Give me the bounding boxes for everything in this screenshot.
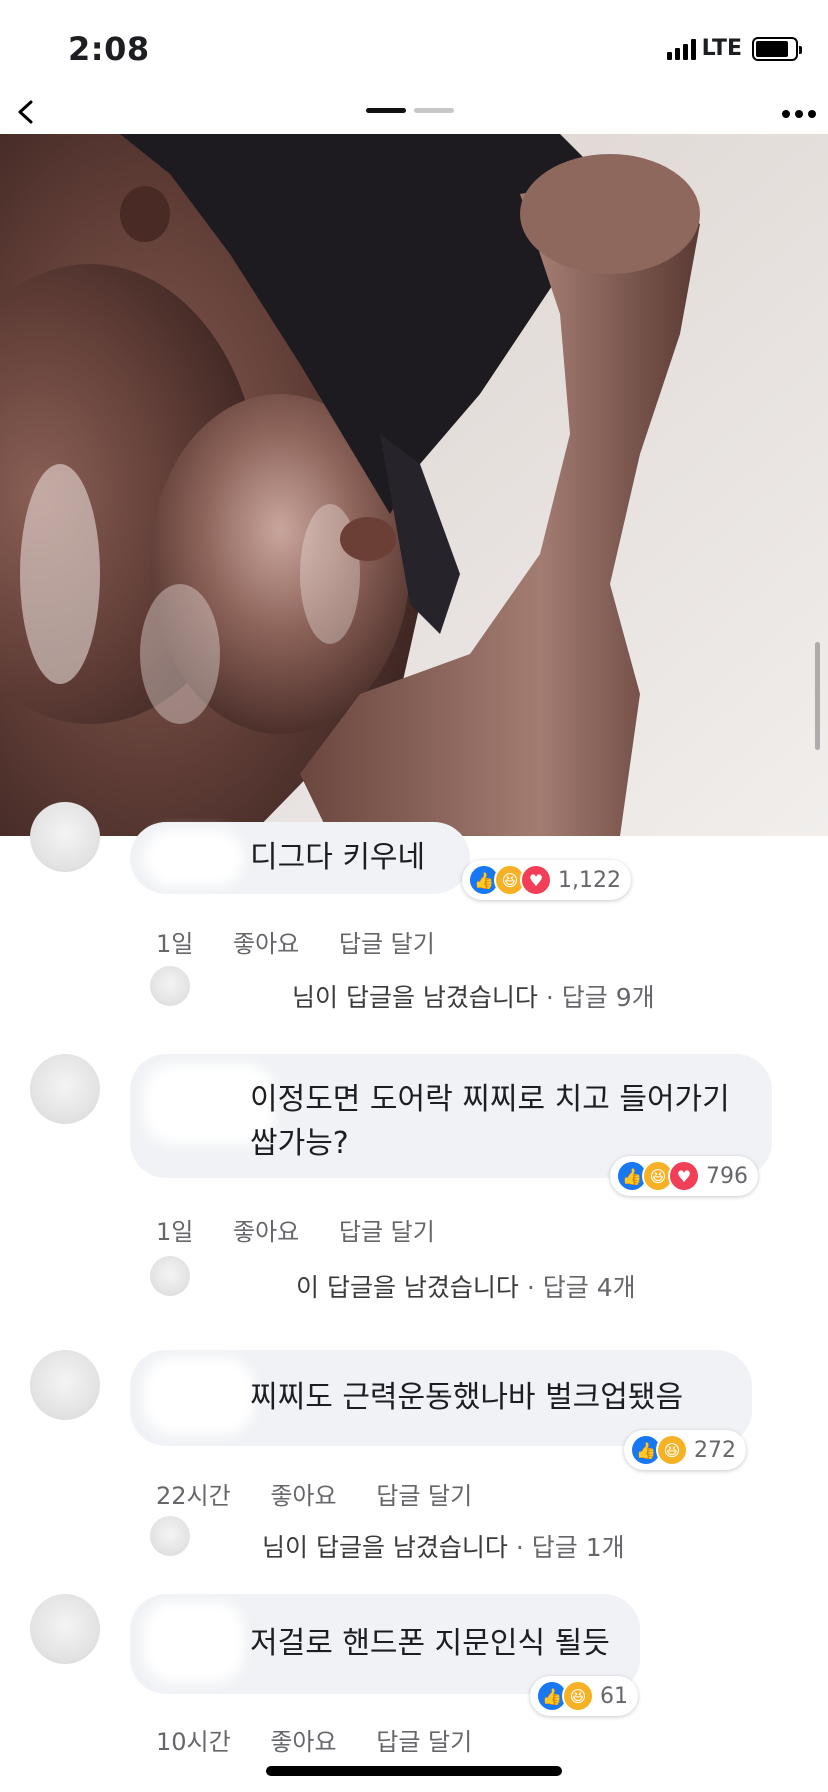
like-link[interactable]: 좋아요	[270, 1728, 336, 1756]
page-indicator	[366, 108, 454, 113]
comment-time: 1일	[156, 930, 194, 958]
reply-avatar	[150, 1516, 190, 1556]
page-dot-active	[366, 108, 406, 113]
comment-meta: 10시간 좋아요 답글 달기	[156, 1722, 504, 1757]
laughing-face-icon: 😆	[656, 1434, 688, 1466]
comment-meta: 1일 좋아요 답글 달기	[156, 924, 467, 959]
commenter-avatar[interactable]	[30, 802, 100, 872]
cellular-signal-icon	[666, 38, 696, 60]
like-link[interactable]: 좋아요	[233, 930, 299, 958]
comment-meta: 1일 좋아요 답글 달기	[156, 1212, 467, 1247]
commenter-avatar[interactable]	[30, 1054, 100, 1124]
replies-count: · 답글 9개	[545, 983, 655, 1012]
reply-avatar	[150, 966, 190, 1006]
reply-link[interactable]: 답글 달기	[339, 1218, 435, 1246]
redacted-name	[144, 1358, 254, 1434]
status-bar: 2:08 LTE	[0, 0, 828, 96]
replies-text: 이 답글을 남겼습니다	[296, 1273, 519, 1302]
status-time: 2:08	[68, 30, 150, 68]
replies-count: · 답글 4개	[526, 1273, 636, 1302]
more-button[interactable]	[782, 100, 816, 120]
status-indicators: LTE	[666, 36, 802, 61]
redacted-name	[144, 830, 244, 886]
network-type: LTE	[701, 36, 742, 61]
view-replies-link[interactable]: 이 답글을 남겼습니다 · 답글 4개	[296, 1268, 636, 1304]
post-photo[interactable]	[0, 134, 828, 836]
view-replies-link[interactable]: 님이 답글을 남겼습니다 · 답글 9개	[292, 978, 655, 1014]
commenter-avatar[interactable]	[30, 1594, 100, 1664]
reply-avatar	[150, 1256, 190, 1296]
comments-section: 디그다 키우네 👍 😆 ♥ 1,122 1일 좋아요 답글 달기 님이 답글을 …	[0, 802, 828, 1792]
replies-text: 님이 답글을 남겼습니다	[292, 983, 538, 1012]
laughing-face-icon: 😆	[562, 1680, 594, 1712]
battery-icon	[752, 36, 802, 61]
chevron-left-icon	[18, 100, 33, 124]
reaction-summary[interactable]: 👍 😆 ♥ 796	[610, 1156, 758, 1196]
photo-image	[0, 134, 828, 836]
reaction-count: 796	[706, 1163, 748, 1189]
replies-text: 님이 답글을 남겼습니다	[262, 1533, 508, 1562]
more-horizontal-icon	[782, 110, 816, 118]
comment-text: 디그다 키우네	[250, 840, 426, 875]
nav-bar	[0, 96, 828, 134]
comment-text: 찌찌도 근력운동했나바 벌크업됐음	[250, 1380, 684, 1415]
reaction-count: 272	[694, 1437, 736, 1463]
comment-time: 10시간	[156, 1728, 231, 1756]
heart-icon: ♥	[668, 1160, 700, 1192]
comment-time: 1일	[156, 1218, 194, 1246]
heart-icon: ♥	[520, 864, 552, 896]
reaction-summary[interactable]: 👍 😆 272	[624, 1430, 746, 1470]
like-link[interactable]: 좋아요	[233, 1218, 299, 1246]
comment-meta: 22시간 좋아요 답글 달기	[156, 1476, 504, 1511]
like-link[interactable]: 좋아요	[270, 1482, 336, 1510]
reply-link[interactable]: 답글 달기	[376, 1482, 472, 1510]
comment-text: 저걸로 핸드폰 지문인식 될듯	[250, 1626, 610, 1661]
back-button[interactable]	[10, 96, 42, 128]
home-indicator[interactable]	[266, 1766, 562, 1776]
reaction-summary[interactable]: 👍 😆 ♥ 1,122	[462, 860, 631, 900]
page-dot	[414, 108, 454, 113]
reaction-count: 1,122	[558, 867, 621, 893]
redacted-name	[144, 1602, 244, 1682]
reply-link[interactable]: 답글 달기	[339, 930, 435, 958]
comment-text: 이정도면 도어락 찌찌로 치고 들어가기 쌉가능?	[250, 1082, 730, 1161]
commenter-avatar[interactable]	[30, 1350, 100, 1420]
reaction-count: 61	[600, 1683, 628, 1709]
reaction-summary[interactable]: 👍 😆 61	[530, 1676, 638, 1716]
scroll-indicator[interactable]	[815, 642, 820, 750]
view-replies-link[interactable]: 님이 답글을 남겼습니다 · 답글 1개	[262, 1528, 625, 1564]
reply-link[interactable]: 답글 달기	[376, 1728, 472, 1756]
comment-bubble: 디그다 키우네	[130, 822, 470, 894]
comment-time: 22시간	[156, 1482, 231, 1510]
replies-count: · 답글 1개	[515, 1533, 625, 1562]
